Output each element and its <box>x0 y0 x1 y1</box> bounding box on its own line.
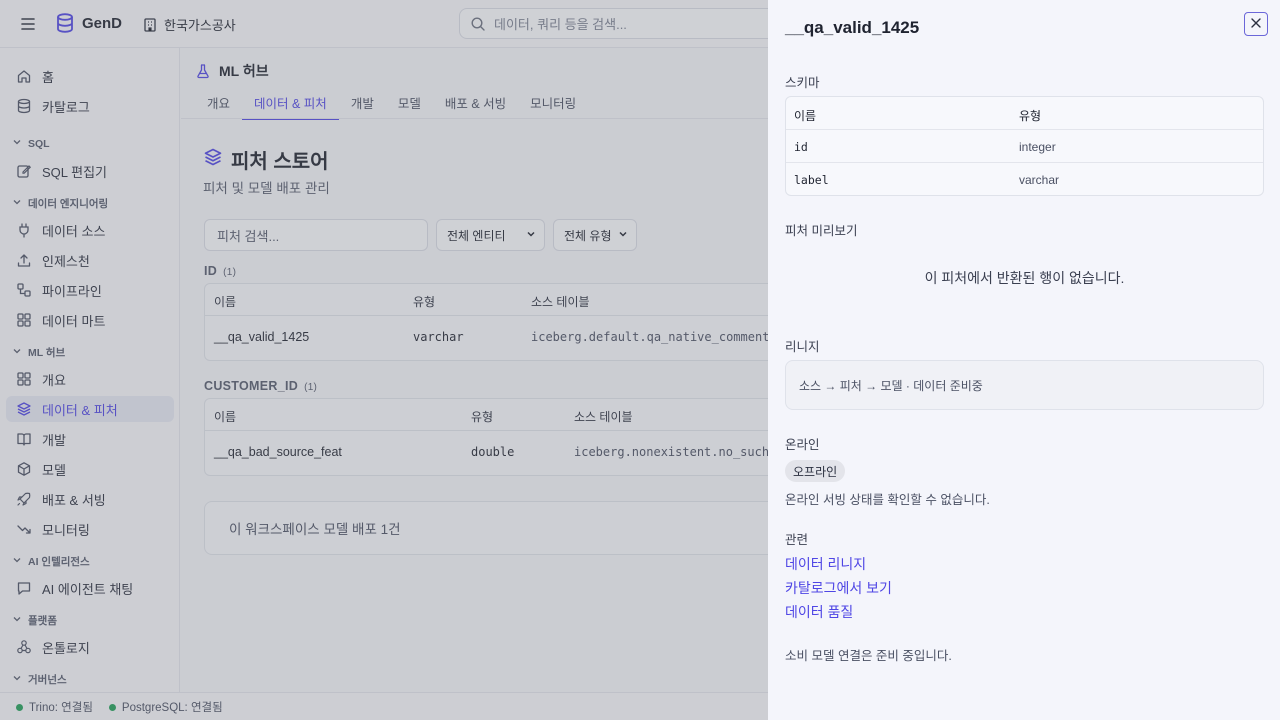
column-type: varchar <box>1019 173 1060 187</box>
data-quality-link[interactable]: 데이터 품질 <box>785 602 853 622</box>
online-label: 온라인 <box>785 438 820 452</box>
preview-label: 피처 미리보기 <box>785 224 858 238</box>
close-icon <box>1250 17 1262 32</box>
column-type: integer <box>1019 140 1056 154</box>
lineage-box: 소스 → 피처 → 모델 · 데이터 준비중 <box>785 360 1264 410</box>
table-header: 이름 유형 <box>786 97 1263 130</box>
schema-label: 스키마 <box>785 76 820 90</box>
column-header: 유형 <box>1019 109 1042 123</box>
lineage-label: 리니지 <box>785 340 820 354</box>
table-row: label varchar <box>786 163 1263 195</box>
column-header: 이름 <box>794 109 817 123</box>
schema-table: 이름 유형 id integer label varchar <box>785 96 1264 196</box>
online-status-text: 온라인 서빙 상태를 확인할 수 없습니다. <box>785 493 990 507</box>
column-name: id <box>794 140 808 154</box>
consumer-models-text: 소비 모델 연결은 준비 중입니다. <box>785 649 952 663</box>
column-name: label <box>794 173 829 187</box>
feature-detail-panel: __qa_valid_1425 스키마 이름 유형 id integer lab… <box>768 0 1280 720</box>
modal-overlay[interactable] <box>0 0 768 720</box>
view-in-catalog-link[interactable]: 카탈로그에서 보기 <box>785 578 892 598</box>
table-row: id integer <box>786 130 1263 163</box>
panel-title: __qa_valid_1425 <box>785 18 920 37</box>
data-lineage-link[interactable]: 데이터 리니지 <box>785 554 866 574</box>
preview-empty-message: 이 피처에서 반환된 행이 없습니다. <box>924 270 1125 286</box>
related-label: 관련 <box>785 533 809 547</box>
close-button[interactable] <box>1244 12 1268 36</box>
status-badge: 오프라인 <box>785 460 846 482</box>
